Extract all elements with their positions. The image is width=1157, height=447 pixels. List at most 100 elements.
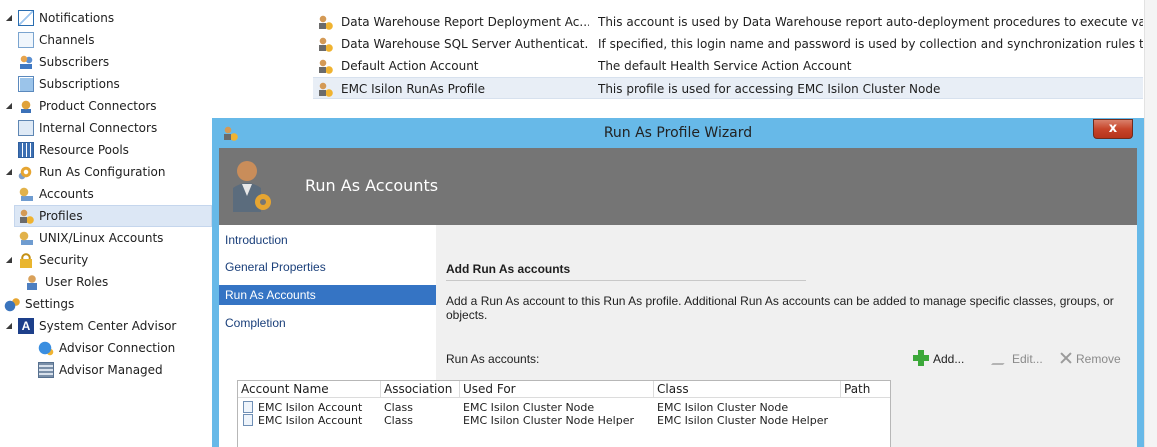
profile-name: Data Warehouse SQL Server Authenticat... (341, 37, 589, 51)
expand-arrow-icon[interactable]: ◢ (4, 95, 14, 117)
accounts-list-label: Run As accounts: (446, 352, 540, 366)
remove-button[interactable]: Remove (1059, 350, 1121, 368)
table-row[interactable]: EMC Isilon Account Class EMC Isilon Clus… (238, 414, 890, 427)
profile-name: EMC Isilon RunAs Profile (341, 82, 485, 96)
tree-item-resource-pools[interactable]: Resource Pools (18, 139, 129, 161)
tree-item-label: User Roles (45, 275, 109, 289)
list-item[interactable]: Data Warehouse SQL Server Authenticat...… (313, 33, 1143, 55)
tree-item-profiles[interactable]: Profiles (14, 205, 212, 227)
tree-item-user-roles[interactable]: User Roles (24, 271, 108, 293)
tree-item-label: Internal Connectors (39, 121, 158, 135)
remove-button-label: Remove (1076, 352, 1121, 366)
profile-icon (317, 36, 333, 52)
internal-connector-icon (18, 120, 34, 136)
list-item[interactable]: Data Warehouse Report Deployment Ac... T… (313, 11, 1143, 33)
advisor-icon: A (18, 318, 34, 334)
lock-icon (18, 252, 34, 268)
column-header-path[interactable]: Path (841, 381, 890, 398)
tree-item-system-center-advisor[interactable]: ◢ A System Center Advisor (4, 315, 176, 337)
cell-class: EMC Isilon Cluster Node Helper (657, 414, 829, 427)
account-icon (243, 414, 253, 426)
cell-association: Class (384, 401, 413, 414)
tree-item-label: Subscribers (39, 55, 110, 69)
tree-item-label: Notifications (39, 11, 115, 25)
profile-icon (317, 58, 333, 74)
tree-item-label: Profiles (39, 209, 83, 223)
channels-icon (18, 32, 34, 48)
expand-arrow-icon[interactable]: ◢ (4, 7, 14, 29)
wizard-header: Run As Accounts (219, 148, 1137, 225)
profile-description: If specified, this login name and passwo… (598, 37, 1143, 51)
step-general-properties[interactable]: General Properties (219, 257, 436, 277)
cell-association: Class (384, 414, 413, 427)
tree-item-label: Security (39, 253, 89, 267)
tree-item-run-as-configuration[interactable]: ◢ Run As Configuration (4, 161, 165, 183)
cell-used-for: EMC Isilon Cluster Node Helper (463, 414, 635, 427)
tree-item-subscribers[interactable]: Subscribers (18, 51, 109, 73)
column-header-account-name[interactable]: Account Name (238, 381, 381, 398)
tree-item-settings[interactable]: Settings (4, 293, 74, 315)
cell-path (841, 401, 890, 414)
subscribers-icon (18, 54, 34, 70)
tree-item-channels[interactable]: Channels (18, 29, 95, 51)
column-header-used-for[interactable]: Used For (460, 381, 654, 398)
settings-icon (4, 296, 20, 312)
title-bar[interactable]: Run As Profile Wizard x (212, 118, 1144, 148)
column-header-class[interactable]: Class (654, 381, 841, 398)
step-run-as-accounts[interactable]: Run As Accounts (219, 285, 436, 305)
step-completion[interactable]: Completion (219, 313, 436, 333)
list-item[interactable]: Default Action Account The default Healt… (313, 55, 1143, 77)
step-introduction[interactable]: Introduction (219, 230, 436, 250)
tree-item-label: System Center Advisor (39, 319, 177, 333)
cell-account-name: EMC Isilon Account (240, 414, 381, 427)
accounts-icon (18, 186, 34, 202)
run-as-account-icon (233, 161, 271, 212)
tree-item-label: Run As Configuration (39, 165, 166, 179)
profile-name: Data Warehouse Report Deployment Ac... (341, 15, 589, 29)
list-item-selected[interactable]: EMC Isilon RunAs Profile This profile is… (313, 77, 1143, 99)
tree-item-label: Settings (25, 297, 75, 311)
tree-item-label: Subscriptions (39, 77, 120, 91)
user-roles-icon (24, 274, 40, 290)
mail-icon (18, 10, 34, 26)
account-icon (243, 401, 253, 413)
table-header: Account Name Association Used For Class … (238, 381, 890, 398)
add-button-label: Add... (933, 352, 965, 366)
run-as-gear-icon (18, 164, 34, 180)
cell-account-name: EMC Isilon Account (240, 401, 381, 414)
unix-accounts-icon (18, 230, 34, 246)
edit-button[interactable]: Edit... (990, 350, 1043, 368)
table-row[interactable]: EMC Isilon Account Class EMC Isilon Clus… (238, 401, 890, 414)
profile-description: This account is used by Data Warehouse r… (598, 15, 1143, 29)
tree-item-subscriptions[interactable]: Subscriptions (18, 73, 120, 95)
profile-description: This profile is used for accessing EMC I… (598, 82, 941, 96)
column-header-association[interactable]: Association (381, 381, 460, 398)
tree-item-internal-connectors[interactable]: Internal Connectors (18, 117, 157, 139)
run-as-profile-wizard: Run As Profile Wizard x Run As Accounts … (212, 118, 1144, 447)
run-as-accounts-table: Account Name Association Used For Class … (237, 380, 891, 447)
expand-arrow-icon[interactable]: ◢ (4, 315, 14, 337)
profiles-icon (18, 208, 34, 224)
tree-item-product-connectors[interactable]: ◢ Product Connectors (4, 95, 157, 117)
remove-x-icon (1059, 351, 1073, 365)
header-title: Run As Accounts (305, 176, 439, 195)
add-button[interactable]: Add... (913, 350, 964, 368)
tree-item-label: Accounts (39, 187, 94, 201)
tree-item-advisor-connection[interactable]: Advisor Connection (38, 337, 175, 359)
expand-arrow-icon[interactable]: ◢ (4, 249, 14, 271)
profile-icon (317, 81, 333, 97)
tree-item-security[interactable]: ◢ Security (4, 249, 88, 271)
subscriptions-icon (18, 76, 34, 92)
expand-arrow-icon[interactable]: ◢ (4, 161, 14, 183)
tree-item-accounts[interactable]: Accounts (18, 183, 94, 205)
tree-item-notifications[interactable]: ◢ Notifications (4, 7, 114, 29)
pencil-icon (990, 353, 1014, 365)
tree-item-advisor-managed[interactable]: Advisor Managed (38, 359, 163, 381)
tree-item-label: UNIX/Linux Accounts (39, 231, 164, 245)
window-title: Run As Profile Wizard (603, 125, 753, 141)
edit-button-label: Edit... (1012, 352, 1043, 366)
close-button[interactable]: x (1093, 119, 1133, 139)
list-scrollbar[interactable] (1144, 0, 1157, 447)
tree-item-unix-linux-accounts[interactable]: UNIX/Linux Accounts (18, 227, 163, 249)
section-title: Add Run As accounts (446, 262, 571, 276)
